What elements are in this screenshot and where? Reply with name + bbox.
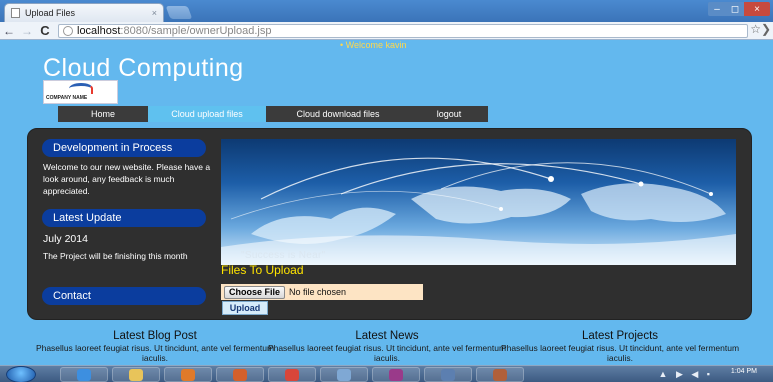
footer-projects-text: Phasellus laoreet feugiat risus. Ut tinc… (500, 343, 740, 363)
world-map-graphic (221, 157, 736, 265)
logo-text: COMPANY NAME (46, 95, 88, 101)
taskbar-chrome-icon[interactable] (268, 367, 316, 382)
sidebar-contact-link[interactable]: Contact (42, 287, 206, 305)
minimize-button[interactable]: – (708, 2, 726, 16)
footer-blog: Latest Blog Post Phasellus laoreet feugi… (35, 330, 275, 363)
forward-arrow-icon[interactable]: → (18, 23, 36, 39)
taskbar-explorer-icon[interactable] (112, 367, 160, 382)
address-bar[interactable]: localhost:8080/sample/ownerUpload.jsp (58, 24, 748, 38)
taskbar-window-icon[interactable] (424, 367, 472, 382)
footer-projects: Latest Projects Phasellus laoreet feugia… (500, 330, 740, 363)
company-logo: COMPANY NAME (43, 80, 118, 104)
banner-caption: "Success is Near" (241, 250, 326, 261)
choose-file-button[interactable]: Choose File (224, 285, 286, 299)
menu-cloud-download[interactable]: Cloud download files (266, 106, 410, 122)
menu-chevron-icon[interactable]: ❯ (761, 22, 771, 36)
taskbar-clock[interactable]: 1:04 PM (731, 368, 757, 375)
url-path: :8080/sample/ownerUpload.jsp (120, 25, 272, 37)
main-menu: Home Cloud upload files Cloud download f… (58, 106, 488, 122)
footer-news-text: Phasellus laoreet feugiat risus. Ut tinc… (267, 343, 507, 363)
start-button[interactable] (6, 366, 36, 382)
url-host: localhost (77, 25, 121, 37)
back-arrow-icon[interactable]: ← (0, 23, 18, 39)
maximize-button[interactable]: ◻ (726, 2, 744, 16)
taskbar-ie-icon[interactable] (60, 367, 108, 382)
window-close-button[interactable]: × (744, 2, 770, 16)
os-taskbar: ▲ ▶ ◀ ▪ 1:04 PM (0, 365, 773, 382)
reload-icon[interactable]: C (36, 23, 54, 39)
taskbar-media-icon[interactable] (164, 367, 212, 382)
main-panel: Development in Process Welcome to our ne… (27, 128, 752, 320)
sidebar-welcome-text: Welcome to our new website. Please have … (43, 162, 211, 196)
system-tray-icons[interactable]: ▲ ▶ ◀ ▪ (659, 369, 713, 380)
sidebar-update-date: July 2014 (43, 233, 88, 245)
taskbar-tool-icon[interactable] (320, 367, 368, 382)
menu-cloud-upload[interactable]: Cloud upload files (148, 106, 266, 122)
menu-home[interactable]: Home (58, 106, 148, 122)
site-title: Cloud Computing (43, 54, 244, 82)
globe-icon (63, 26, 73, 36)
welcome-message: • Welcome kavin (340, 40, 407, 50)
file-input: Choose File No file chosen (221, 284, 423, 300)
sidebar-heading-development: Development in Process (42, 139, 206, 157)
browser-toolbar: ← → C localhost:8080/sample/ownerUpload.… (0, 22, 773, 40)
footer-news: Latest News Phasellus laoreet feugiat ri… (267, 330, 507, 363)
taskbar-app-icon[interactable] (372, 367, 420, 382)
taskbar-program-icon[interactable] (476, 367, 524, 382)
footer-news-title: Latest News (355, 330, 419, 342)
bookmark-star-icon[interactable]: ☆ (750, 22, 761, 36)
logo-swoosh-icon (69, 83, 93, 94)
taskbar-firefox-icon[interactable] (216, 367, 264, 382)
footer-projects-title: Latest Projects (581, 330, 659, 342)
tab-close-icon[interactable]: × (152, 8, 157, 18)
browser-tab[interactable]: Upload Files × (4, 3, 164, 22)
upload-heading: Files To Upload (221, 263, 304, 277)
upload-button[interactable]: Upload (222, 301, 268, 315)
footer-blog-text: Phasellus laoreet feugiat risus. Ut tinc… (35, 343, 275, 363)
page-icon (11, 8, 20, 18)
browser-tab-bar: Upload Files × – ◻ × (0, 0, 773, 22)
sidebar-update-text: The Project will be finishing this month (43, 251, 188, 261)
sidebar-heading-update: Latest Update (42, 209, 206, 227)
file-status: No file chosen (289, 287, 347, 297)
footer-blog-title: Latest Blog Post (113, 330, 197, 342)
hero-banner-image: "Success is Near" (221, 139, 736, 265)
menu-logout[interactable]: logout (410, 106, 488, 122)
new-tab-button[interactable] (165, 6, 193, 19)
tab-title: Upload Files (25, 8, 76, 18)
